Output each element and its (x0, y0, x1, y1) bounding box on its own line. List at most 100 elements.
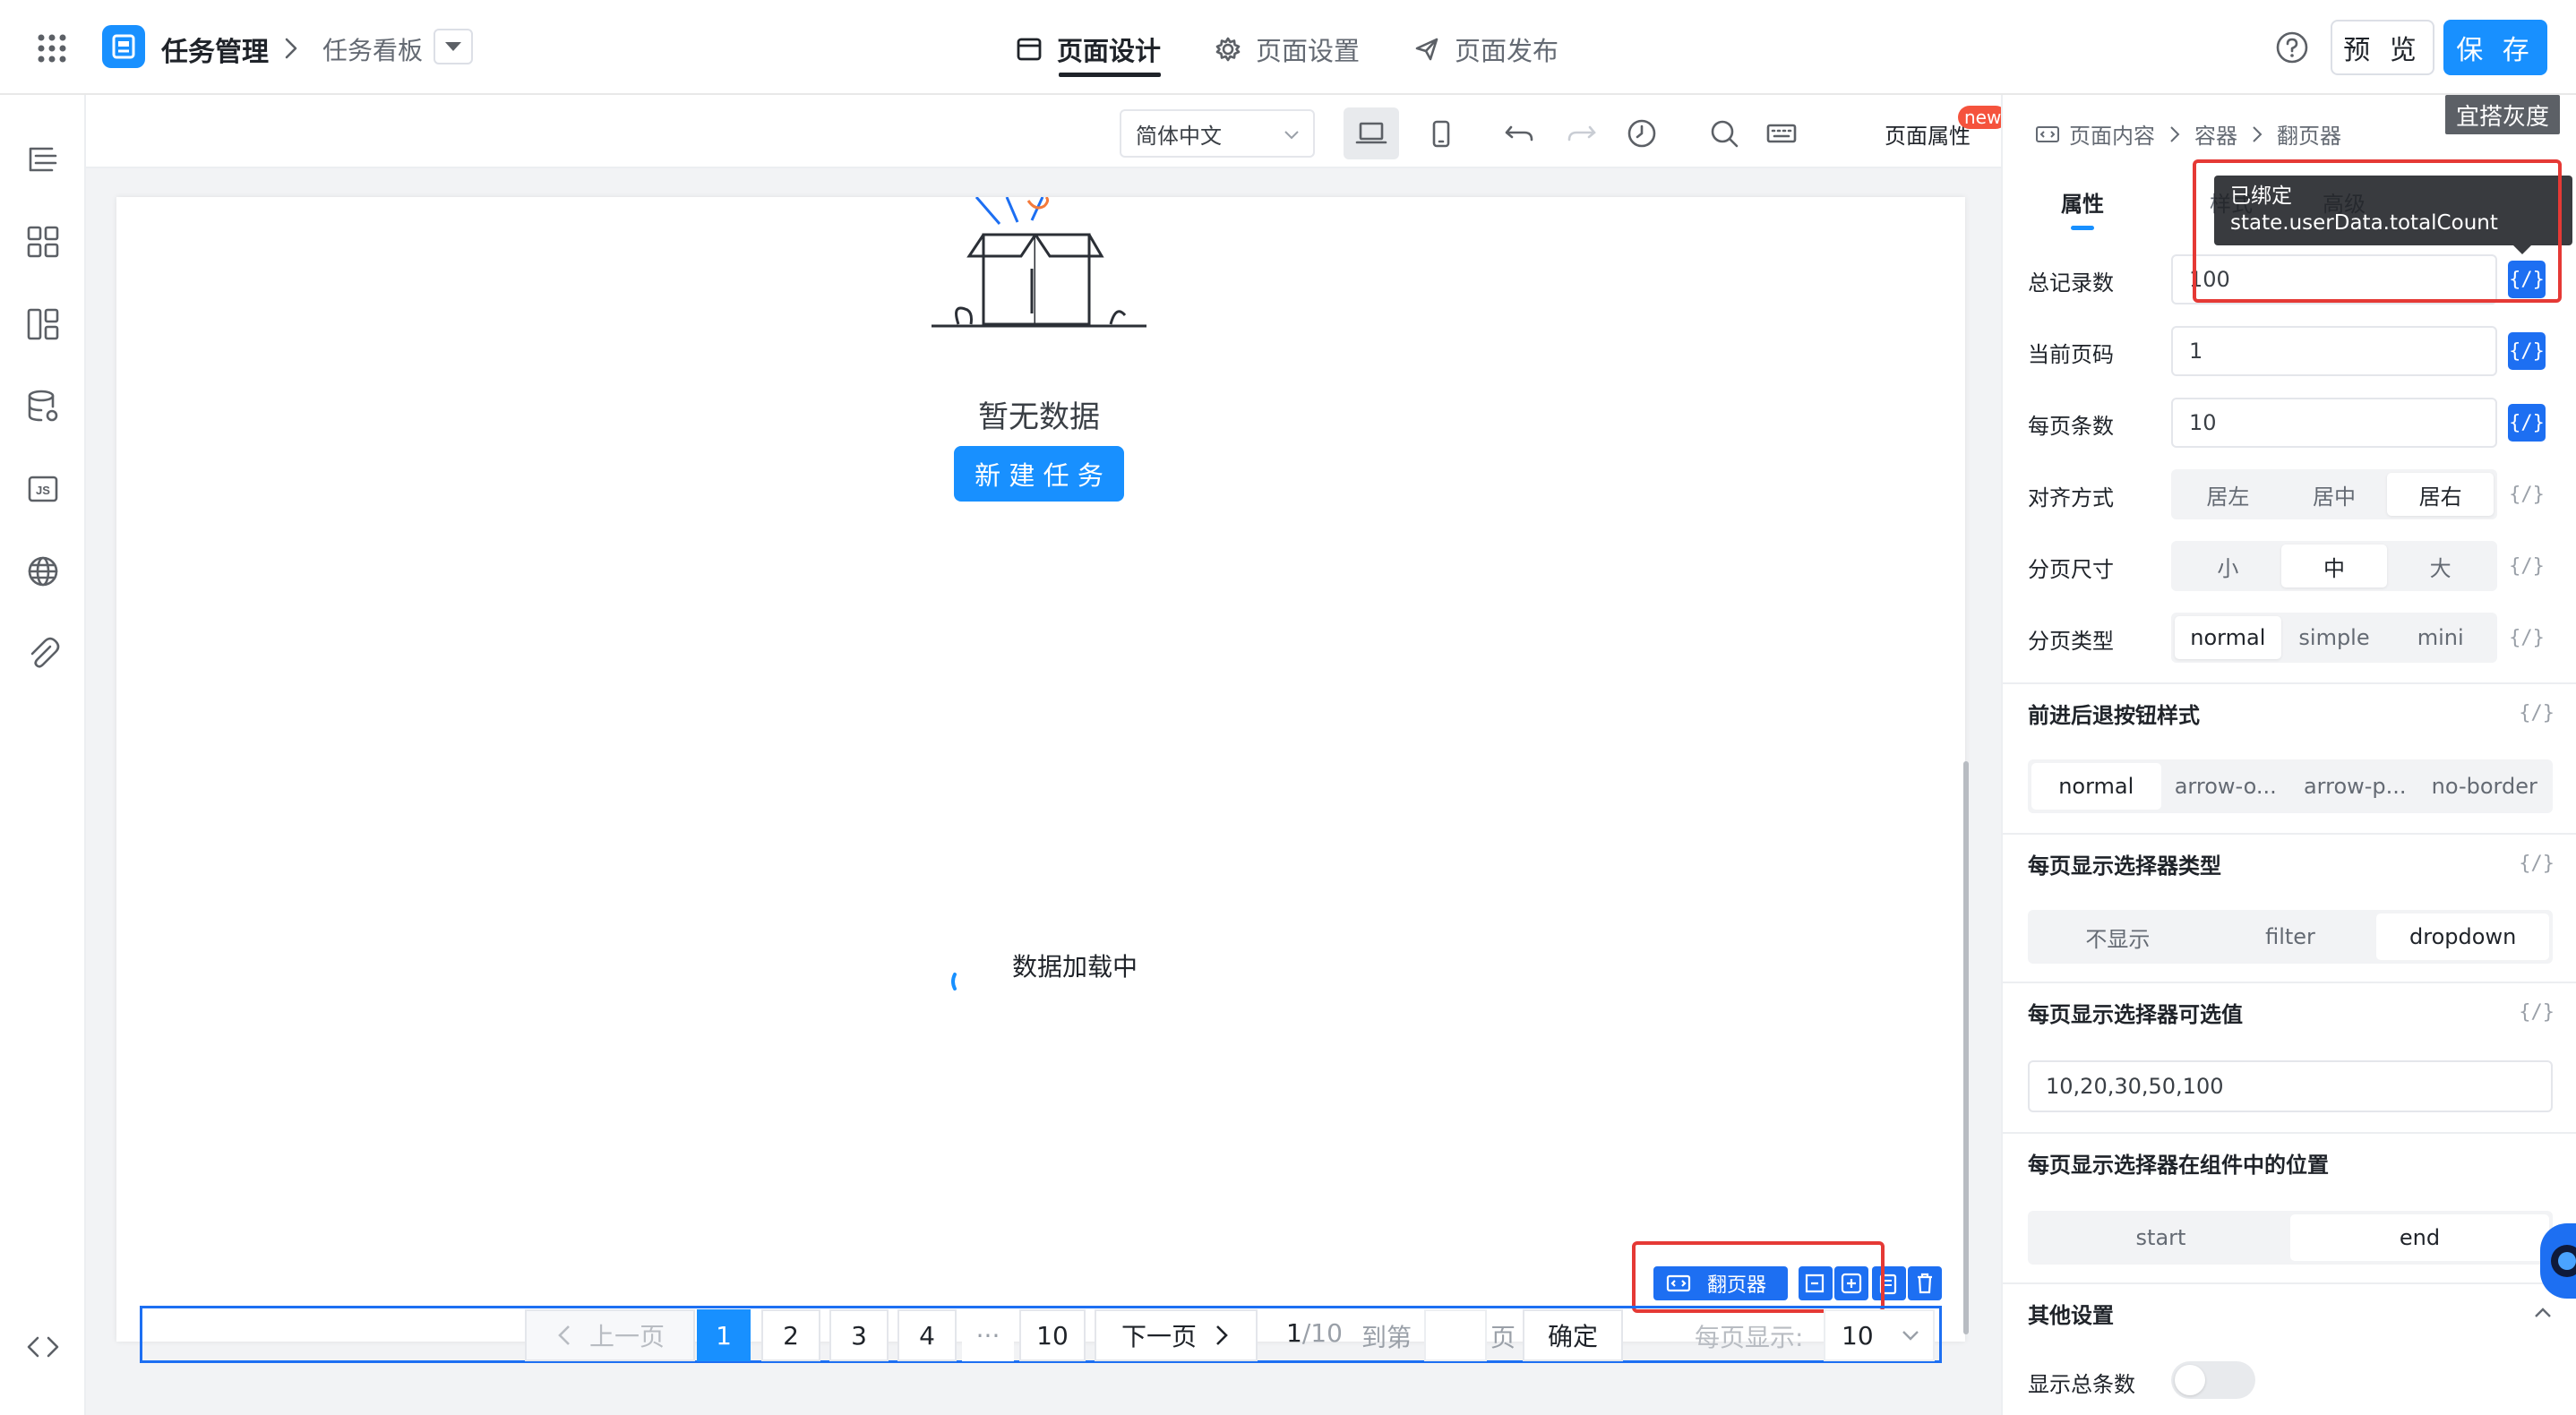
components-grid-icon[interactable] (23, 222, 63, 262)
panel-breadcrumb: 页面内容 容器 翻页器 (2035, 118, 2341, 150)
chevron-up-icon[interactable] (2531, 1301, 2555, 1325)
field-label-size: 分页尺寸 (2028, 557, 2114, 582)
app-logo-icon (102, 25, 145, 68)
globe-icon[interactable] (23, 552, 63, 591)
selector-type-none-option[interactable]: 不显示 (2031, 913, 2204, 960)
tab-page-settings[interactable]: 页面设置 (1215, 27, 1360, 72)
gear-icon (1215, 36, 1241, 63)
field-input-current-page[interactable]: 1 (2171, 326, 2497, 376)
empty-state-text: 暂无数据 (978, 399, 1100, 435)
desktop-view-icon[interactable] (1344, 107, 1399, 159)
help-icon[interactable] (2275, 30, 2309, 64)
field-input-page-size[interactable]: 10 (2171, 398, 2497, 448)
component-tree-icon (2035, 124, 2060, 144)
size-medium-option[interactable]: 中 (2280, 545, 2388, 587)
save-button[interactable]: 保 存 (2443, 20, 2547, 75)
show-total-toggle[interactable] (2171, 1361, 2255, 1399)
pagination-page-2[interactable]: 2 (761, 1309, 820, 1361)
code-icon[interactable] (23, 1327, 63, 1367)
pagination-page-3[interactable]: 3 (829, 1309, 889, 1361)
language-select[interactable]: 简体中文 (1120, 109, 1315, 158)
field-bind-current-page-button[interactable]: {/} (2508, 332, 2546, 370)
align-bind-button[interactable]: {/} (2508, 476, 2546, 513)
type-simple-option[interactable]: simple (2281, 616, 2388, 659)
btn-style-normal-option[interactable]: normal (2031, 763, 2161, 810)
keyboard-icon[interactable] (1756, 107, 1807, 159)
section-btn-style-title: 前进后退按钮样式 (2028, 702, 2200, 728)
page-props-button[interactable]: 页面属性 (1885, 118, 1971, 150)
section-selector-values-bind-button[interactable]: {/} (2519, 1001, 2555, 1024)
pagination-prev-button[interactable]: 上一页 (525, 1309, 695, 1361)
pagination-page-size-select[interactable]: 10 (1824, 1309, 1935, 1361)
selector-position-segmented: start end (2028, 1211, 2553, 1265)
btn-style-arrow-only-option[interactable]: arrow-o... (2161, 763, 2291, 810)
chevron-right-icon (2168, 124, 2182, 145)
layout-blocks-icon[interactable] (23, 304, 63, 344)
canvas-toolbar: 简体中文 页面属性 new (86, 95, 2008, 168)
preview-button[interactable]: 预 览 (2331, 20, 2434, 75)
breadcrumb-item-pagination[interactable]: 翻页器 (2277, 118, 2341, 150)
section-selector-values: 每页显示选择器可选值 {/} (2003, 982, 2576, 1041)
selector-position-start-option[interactable]: start (2031, 1214, 2290, 1261)
type-bind-button[interactable]: {/} (2508, 619, 2546, 656)
pagination-confirm-button[interactable]: 确定 (1523, 1309, 1623, 1361)
section-selector-type-bind-button[interactable]: {/} (2519, 853, 2555, 875)
show-total-label: 显示总条数 (2028, 1372, 2135, 1397)
align-left-option[interactable]: 居左 (2175, 473, 2281, 516)
selector-type-filter-option[interactable]: filter (2204, 913, 2377, 960)
new-task-button[interactable]: 新 建 任 务 (954, 446, 1124, 502)
section-btn-style-bind-button[interactable]: {/} (2519, 702, 2555, 725)
datasource-icon[interactable] (23, 387, 63, 426)
js-icon[interactable]: JS (23, 469, 63, 509)
tab-properties[interactable]: 属性 (2033, 186, 2132, 218)
type-mini-option[interactable]: mini (2387, 616, 2494, 659)
pagination-page-4[interactable]: 4 (897, 1309, 957, 1361)
delete-icon[interactable] (1908, 1266, 1942, 1300)
selector-position-end-option[interactable]: end (2290, 1214, 2549, 1261)
size-small-option[interactable]: 小 (2175, 545, 2281, 587)
tab-page-design[interactable]: 页面设计 (1016, 27, 1162, 77)
tab-page-publish[interactable]: 页面发布 (1413, 27, 1558, 72)
chevron-right-icon (1213, 1323, 1231, 1348)
attachment-icon[interactable] (23, 634, 63, 673)
field-bind-page-size-button[interactable]: {/} (2508, 404, 2546, 442)
btn-style-no-border-option[interactable]: no-border (2420, 763, 2550, 810)
selector-values-input[interactable]: 10,20,30,50,100 (2028, 1060, 2553, 1112)
align-center-option[interactable]: 居中 (2281, 473, 2388, 516)
properties-panel: 页面内容 容器 翻页器 宜搭灰度 属性 样式 高级 已绑定 state.user… (2001, 95, 2576, 1415)
pagination-next-button[interactable]: 下一页 (1095, 1309, 1258, 1361)
pagination-page-10[interactable]: 10 (1019, 1309, 1086, 1361)
breadcrumb-item-page-content[interactable]: 页面内容 (2069, 118, 2155, 150)
selector-type-segmented: 不显示 filter dropdown (2028, 910, 2553, 964)
tab-page-design-label: 页面设计 (1057, 36, 1162, 66)
undo-icon[interactable] (1494, 107, 1546, 159)
size-large-option[interactable]: 大 (2387, 545, 2494, 587)
size-bind-button[interactable]: {/} (2508, 547, 2546, 585)
pagination-page-info-current: 1 (1286, 1318, 1302, 1348)
field-label-type: 分页类型 (2028, 629, 2114, 654)
page-switch-dropdown[interactable] (434, 29, 473, 64)
pagination-page-info-total: /10 (1301, 1318, 1343, 1348)
history-clock-icon[interactable] (1616, 107, 1668, 159)
breadcrumb-item-container[interactable]: 容器 (2194, 118, 2237, 150)
btn-style-arrow-prev-option[interactable]: arrow-p... (2290, 763, 2420, 810)
section-other-settings[interactable]: 其他设置 (2003, 1282, 2576, 1342)
mobile-view-icon[interactable] (1415, 107, 1467, 159)
page-name[interactable]: 任务看板 (322, 31, 423, 67)
type-normal-option[interactable]: normal (2175, 616, 2281, 659)
pagination-page-1[interactable]: 1 (697, 1309, 751, 1361)
send-icon (1413, 36, 1440, 63)
pagination-goto-input[interactable] (1424, 1309, 1487, 1361)
left-rail: JS (0, 95, 86, 1415)
outline-tree-icon[interactable] (23, 140, 63, 179)
align-right-option[interactable]: 居右 (2387, 473, 2494, 516)
redo-icon[interactable] (1555, 107, 1607, 159)
assistant-floating-icon[interactable] (2540, 1223, 2576, 1299)
canvas-scrollbar[interactable] (1963, 761, 1969, 1334)
gray-release-badge: 宜搭灰度 (2445, 95, 2561, 134)
selector-type-dropdown-option[interactable]: dropdown (2376, 913, 2550, 960)
app-grid-icon[interactable] (36, 32, 68, 64)
search-icon[interactable] (1698, 107, 1750, 159)
app-title[interactable]: 任务管理 (161, 30, 269, 69)
pagination-page-size-value: 10 (1842, 1320, 1874, 1351)
